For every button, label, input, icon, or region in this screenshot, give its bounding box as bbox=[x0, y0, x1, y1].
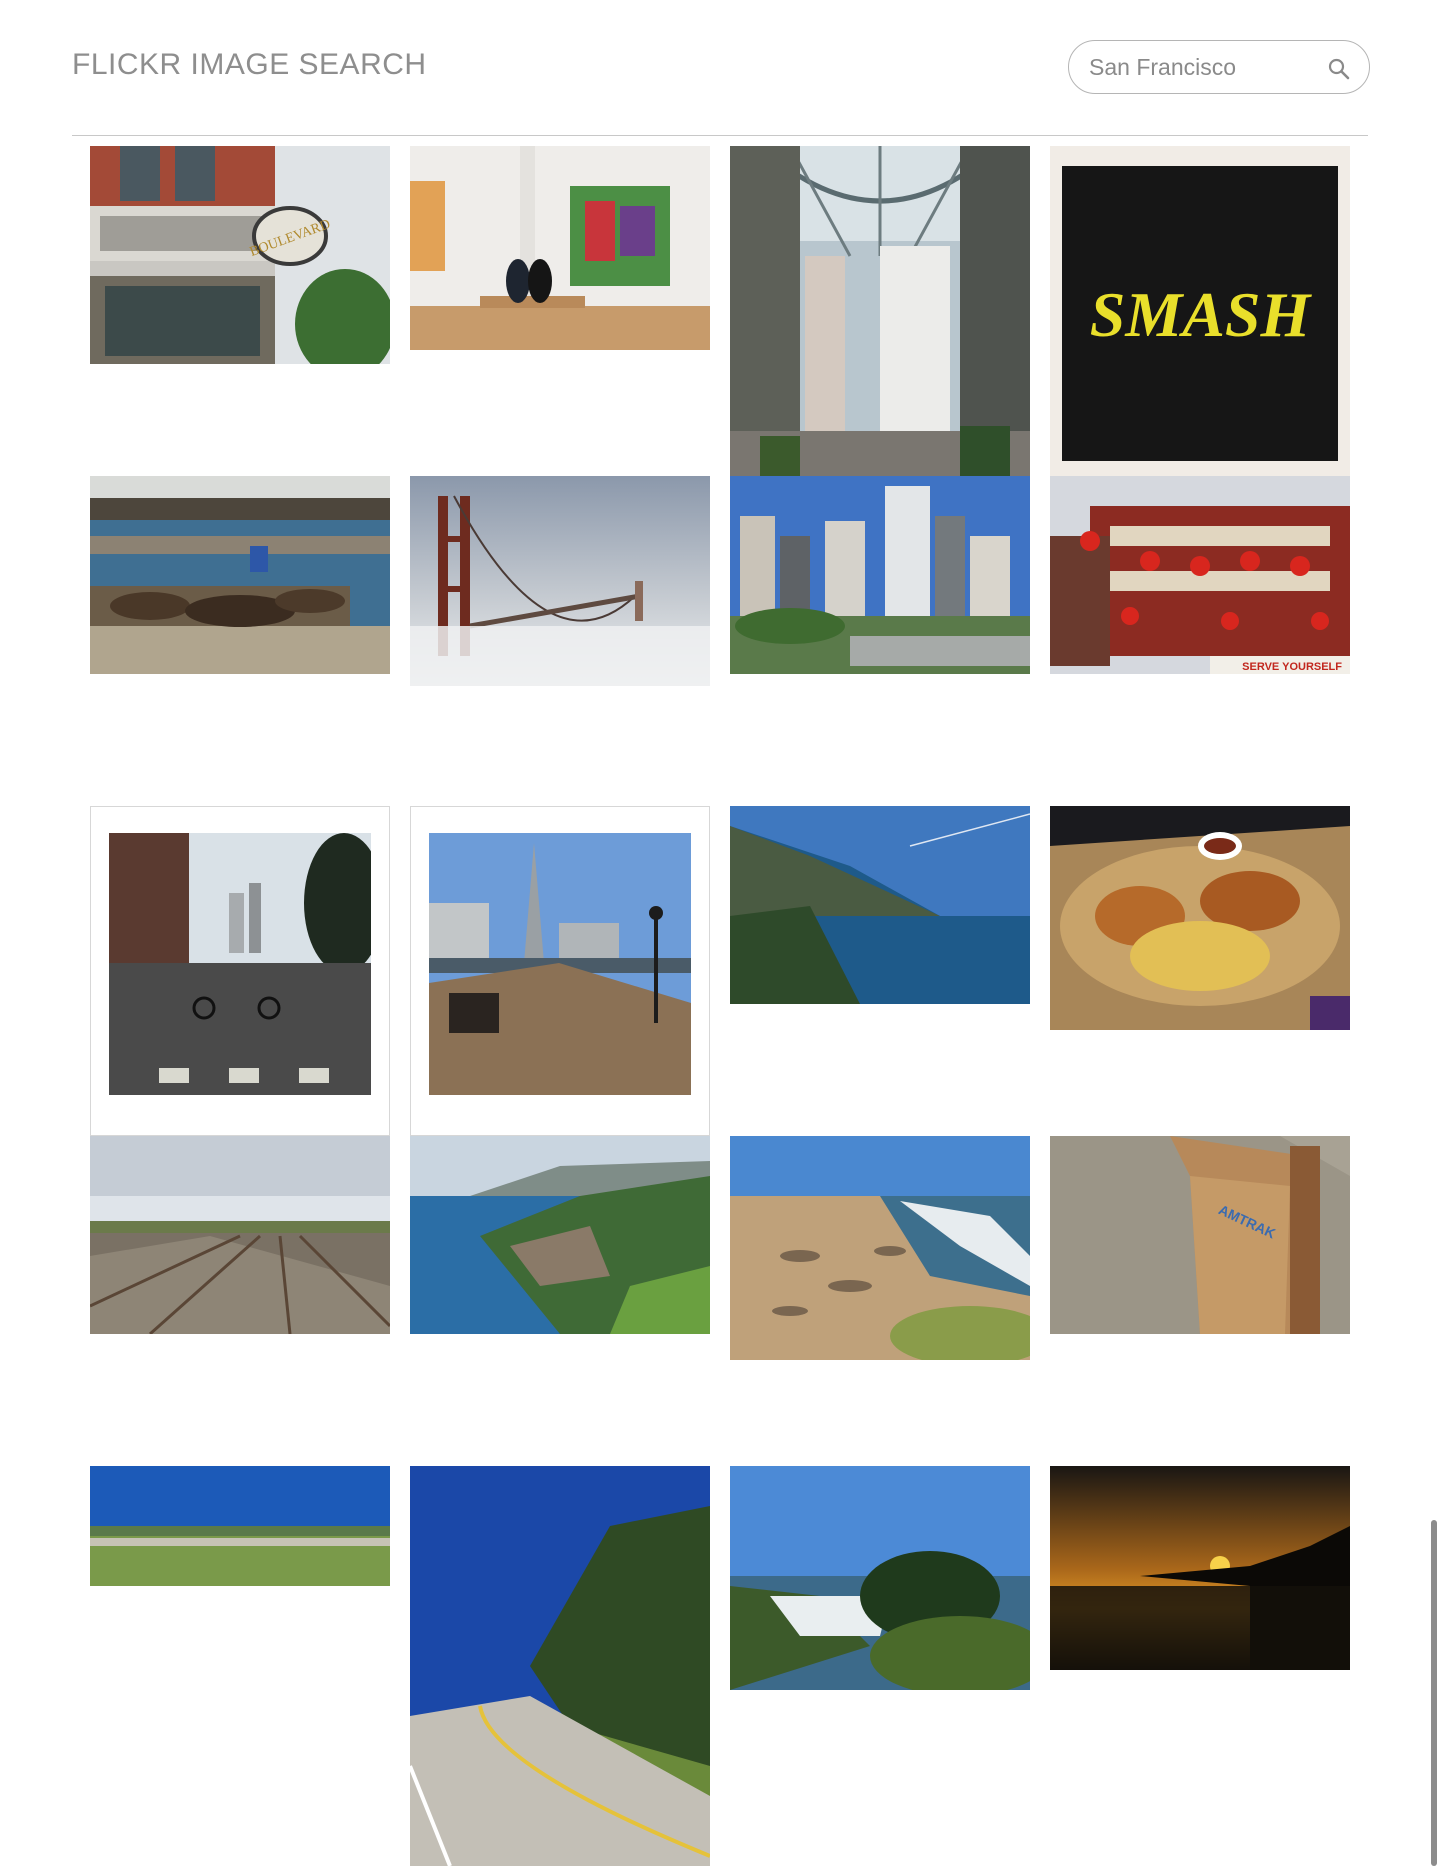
photo-sunset-coast[interactable] bbox=[1050, 1466, 1350, 1670]
photo-art-gallery[interactable] bbox=[410, 146, 710, 350]
photo-beach-cove-trees[interactable] bbox=[730, 1466, 1030, 1690]
photo-pier-transamerica[interactable] bbox=[410, 806, 710, 1136]
photo-railroad-tracks[interactable] bbox=[90, 1136, 390, 1334]
photo-golden-gate-fog[interactable] bbox=[410, 476, 710, 686]
search-input[interactable] bbox=[1089, 41, 1319, 93]
photo-elephant-seals-beach[interactable] bbox=[730, 1136, 1030, 1360]
photo-glass-arcade[interactable] bbox=[730, 146, 1030, 476]
photo-field-horizon[interactable] bbox=[90, 1466, 390, 1586]
photo-smash-painting[interactable]: SMASH bbox=[1050, 146, 1350, 476]
photo-coastal-cliffs[interactable] bbox=[730, 806, 1030, 1004]
search-box[interactable] bbox=[1068, 40, 1370, 94]
page-title: FLICKR IMAGE SEARCH bbox=[72, 48, 427, 81]
photo-sea-lions-pier[interactable] bbox=[90, 476, 390, 674]
photo-city-skyscrapers[interactable] bbox=[730, 476, 1030, 674]
photo-cyclists-street[interactable] bbox=[90, 806, 390, 1136]
scrollbar-thumb[interactable] bbox=[1431, 1520, 1437, 1866]
photo-big-sur-coast[interactable] bbox=[410, 1136, 710, 1334]
header-divider bbox=[72, 135, 1368, 136]
photo-boulevard-building[interactable]: BOULEVARD bbox=[90, 146, 390, 364]
photo-wings-fries[interactable] bbox=[1050, 806, 1350, 1030]
svg-text:SERVE YOURSELF: SERVE YOURSELF bbox=[1242, 661, 1342, 673]
search-icon[interactable] bbox=[1327, 57, 1351, 81]
svg-text:SMASH: SMASH bbox=[1090, 279, 1313, 350]
photo-chinatown-lanterns[interactable]: SERVE YOURSELF bbox=[1050, 476, 1350, 674]
photo-amtrak-box[interactable]: AMTRAK bbox=[1050, 1136, 1350, 1334]
photo-winding-road[interactable] bbox=[410, 1466, 710, 1866]
